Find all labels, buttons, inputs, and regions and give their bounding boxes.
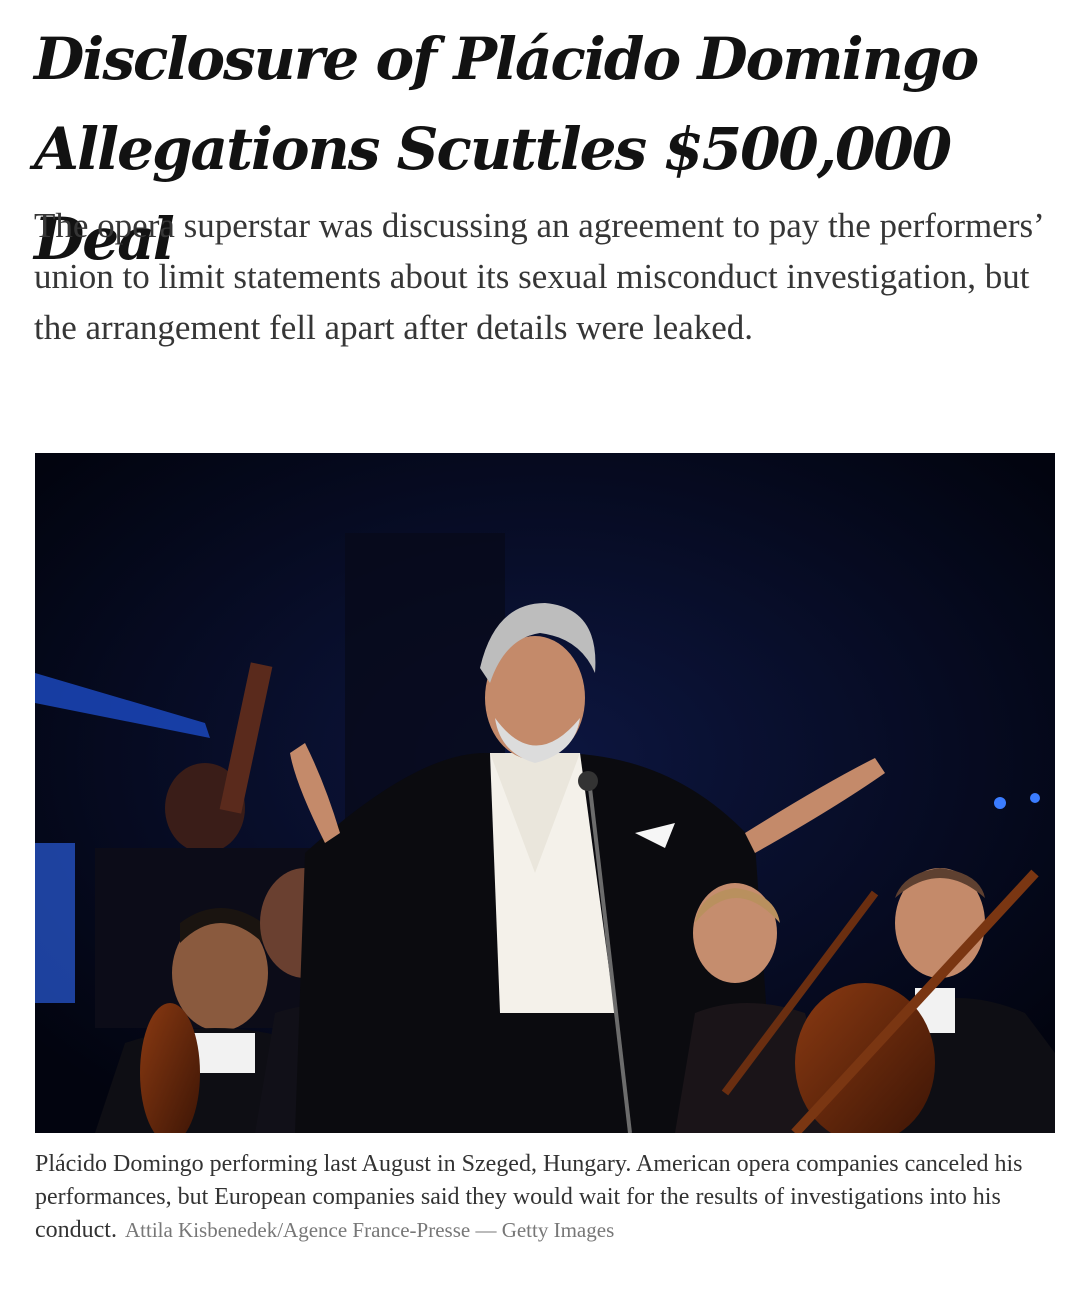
article-summary: The opera superstar was discussing an ag… xyxy=(34,206,1043,347)
article-photo[interactable] xyxy=(35,453,1055,1133)
photo-illustration xyxy=(35,453,1055,1133)
photo-caption: Plácido Domingo performing last August i… xyxy=(35,1148,1045,1247)
photo-credit: Attila Kisbenedek/Agence France-Presse —… xyxy=(124,1218,615,1242)
article: Disclosure of Plácido Domingo Allegation… xyxy=(0,0,1080,1310)
